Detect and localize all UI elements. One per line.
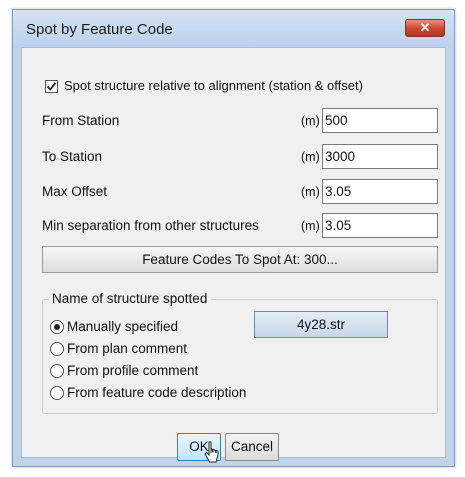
alignment-checkbox[interactable] [45,80,58,93]
from-station-field[interactable]: 500 [322,108,438,133]
to-station-unit: (m) [301,150,320,164]
radio-from-plan-comment[interactable] [50,342,64,356]
alignment-checkbox-label: Spot structure relative to alignment (st… [64,78,363,93]
mouse-cursor-icon [204,441,219,463]
max-offset-field[interactable]: 3.05 [322,179,438,204]
radio-from-feature-code-description[interactable] [50,386,64,400]
dialog-window: Spot by Feature Code ✕ Spot structure re… [12,9,455,467]
max-offset-unit: (m) [301,185,320,199]
radio-from-profile-comment[interactable] [50,364,64,378]
radio-from-feature-code-description-label: From feature code description [67,385,247,400]
cancel-button[interactable]: Cancel [225,433,279,461]
window-title: Spot by Feature Code [26,21,173,38]
title-bar[interactable]: Spot by Feature Code ✕ [13,10,454,47]
structure-file-button[interactable]: 4y28.str [254,311,388,338]
max-offset-label: Max Offset [42,184,108,199]
min-separation-unit: (m) [301,219,320,233]
from-station-unit: (m) [301,114,320,128]
radio-manually-specified-label: Manually specified [67,319,179,334]
radio-from-profile-comment-label: From profile comment [67,363,199,378]
close-button[interactable]: ✕ [405,19,445,37]
from-station-label: From Station [42,113,120,128]
dialog-body: Spot structure relative to alignment (st… [21,47,446,463]
radio-from-plan-comment-label: From plan comment [67,341,188,356]
min-separation-field[interactable]: 3.05 [322,213,438,238]
checkmark-icon [46,82,57,91]
radio-manually-specified[interactable] [50,320,64,334]
to-station-label: To Station [42,149,103,164]
group-title: Name of structure spotted [48,291,212,306]
close-icon: ✕ [419,20,431,35]
min-separation-label: Min separation from other structures [42,218,259,233]
feature-codes-button[interactable]: Feature Codes To Spot At: 300... [42,246,438,273]
radio-selected-dot [54,324,60,330]
to-station-field[interactable]: 3000 [322,144,438,169]
